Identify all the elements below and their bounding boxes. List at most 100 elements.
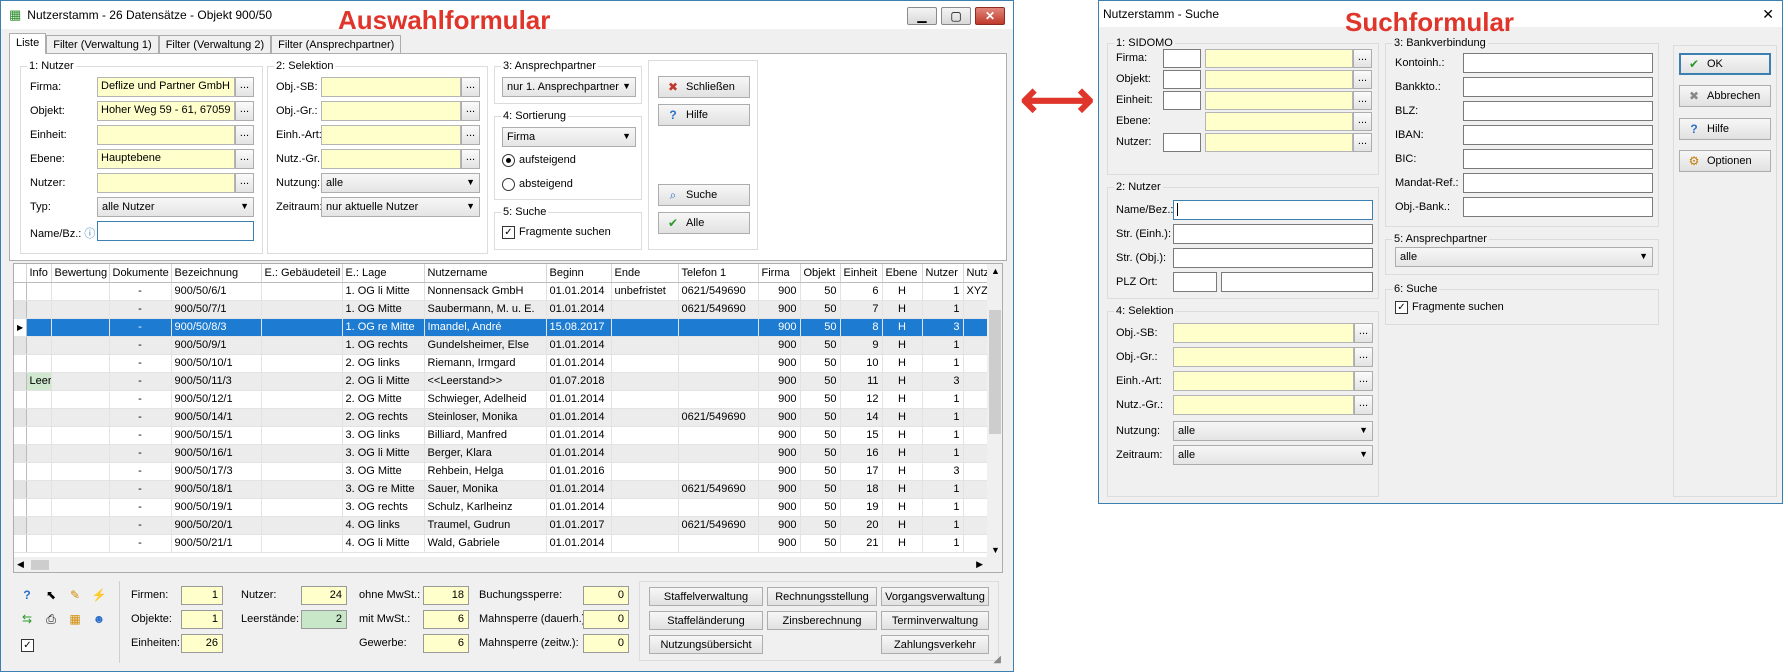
column-header[interactable]: Beginn [546, 264, 612, 283]
search-sidomo-lookup-button[interactable]: ... [1353, 112, 1372, 131]
users-tool-icon[interactable]: ☻ [89, 609, 109, 629]
horizontal-scrollbar[interactable]: ◀ ▶ [14, 557, 1002, 572]
table-row[interactable]: -900/50/19/1 3. OG rechts Schulz, Karlhein… [14, 498, 988, 517]
table-row[interactable]: Leer -900/50/11/3 2. OG li Mitte <<Leerstan… [14, 372, 988, 391]
table-row[interactable]: -900/50/17/3 3. OG Mitte Rehbein, Helga 01.… [14, 462, 988, 481]
search-plz-input[interactable] [1173, 272, 1217, 292]
search-selektion-lookup-button[interactable]: ... [1354, 323, 1373, 343]
flash-tool-icon[interactable]: ⚡ [89, 585, 109, 605]
nutzgr-lookup-button[interactable]: ... [461, 149, 480, 169]
toolbar-checkbox[interactable]: ✓ [21, 639, 34, 652]
column-header[interactable]: Firma [758, 264, 801, 283]
row-header[interactable] [14, 282, 27, 301]
firma-field[interactable]: Deflize und Partner GmbH [97, 77, 235, 97]
nutzung-select[interactable]: alle ▼ [321, 173, 480, 193]
zinsberechnung-button[interactable]: Zinsberechnung [767, 611, 877, 630]
scroll-up-icon[interactable]: ▲ [991, 266, 1000, 276]
print-tool-icon[interactable]: ⎙ [41, 609, 61, 629]
sort-asc-radio[interactable] [502, 154, 515, 167]
suche-button[interactable]: ⌕ Suche [658, 184, 750, 206]
search-selektion-input[interactable] [1173, 323, 1354, 343]
row-header[interactable] [14, 390, 27, 409]
scroll-right-icon[interactable]: ▶ [976, 559, 983, 570]
column-header[interactable]: Bewertung [51, 264, 110, 283]
search-namebz-input[interactable] [1173, 200, 1373, 220]
typ-select[interactable]: alle Nutzer ▼ [97, 197, 254, 217]
nutzer-field[interactable] [97, 173, 235, 193]
search-str-einh-input[interactable] [1173, 224, 1373, 244]
objgr-field[interactable] [321, 101, 461, 121]
search-selektion-input[interactable] [1173, 347, 1354, 367]
table-row[interactable]: -900/50/21/1 4. OG li Mitte Wald, Gabriele… [14, 534, 988, 553]
refresh-tool-icon[interactable]: ⇆ [17, 609, 37, 629]
help-tool-icon[interactable]: ? [17, 585, 37, 605]
tab-filter-verwaltung-2[interactable]: Filter (Verwaltung 2) [158, 35, 272, 54]
search-sidomo-code-input[interactable] [1163, 70, 1201, 89]
einheit-lookup-button[interactable]: ... [235, 125, 254, 145]
row-header[interactable] [14, 336, 27, 355]
rechnungsstellung-button[interactable]: Rechnungsstellung [767, 587, 877, 606]
search-selektion-lookup-button[interactable]: ... [1354, 371, 1373, 391]
objekt-field[interactable]: Hoher Weg 59 - 61, 67059 [97, 101, 235, 121]
objgr-lookup-button[interactable]: ... [461, 101, 480, 121]
table-row[interactable]: -900/50/14/1 2. OG rechts Steinloser, Moni… [14, 408, 988, 427]
column-header[interactable]: Telefon 1 [678, 264, 759, 283]
vertical-scroll-thumb[interactable] [989, 310, 1001, 434]
sort-desc-radio[interactable] [502, 178, 515, 191]
search-str-obj-input[interactable] [1173, 248, 1373, 268]
search-nutzung-select[interactable]: alle ▼ [1173, 421, 1373, 441]
search-sidomo-code-input[interactable] [1163, 49, 1201, 68]
resize-grip-icon[interactable]: ◢ [993, 654, 1001, 665]
tab-liste[interactable]: Liste [9, 33, 47, 54]
column-header[interactable]: Dokumente [109, 264, 172, 283]
column-header[interactable]: E.: Gebäudeteil [261, 264, 343, 283]
search-selektion-input[interactable] [1173, 371, 1354, 391]
search-close-icon[interactable]: ✕ [1762, 6, 1774, 23]
einheit-field[interactable] [97, 125, 235, 145]
search-sidomo-lookup-button[interactable]: ... [1353, 49, 1372, 68]
row-header[interactable] [14, 516, 27, 535]
row-header[interactable] [14, 480, 27, 499]
minimize-button[interactable]: ▁ [907, 7, 937, 25]
table-row[interactable]: -900/50/18/1 3. OG re Mitte Sauer, Monika 0… [14, 480, 988, 499]
nutzungsuebersicht-button[interactable]: Nutzungsübersicht [649, 635, 763, 654]
objsb-lookup-button[interactable]: ... [461, 77, 480, 97]
maximize-button[interactable]: ▢ [941, 7, 971, 25]
schliessen-button[interactable]: ✖ Schließen [658, 76, 750, 98]
row-header[interactable] [14, 372, 27, 391]
search-sidomo-name-input[interactable] [1205, 49, 1353, 68]
search-bank-input[interactable] [1463, 125, 1653, 145]
row-header[interactable]: ▶ [14, 318, 27, 337]
column-header[interactable]: Info [26, 264, 52, 283]
staffelverwaltung-button[interactable]: Staffelverwaltung [649, 587, 763, 606]
row-header[interactable] [14, 462, 27, 481]
search-selektion-input[interactable] [1173, 395, 1354, 415]
row-header[interactable] [14, 354, 27, 373]
row-header[interactable] [14, 534, 27, 553]
terminverwaltung-button[interactable]: Terminverwaltung [881, 611, 989, 630]
search-selektion-lookup-button[interactable]: ... [1354, 395, 1373, 415]
search-bank-input[interactable] [1463, 77, 1653, 97]
column-header[interactable]: Bezeichnung [171, 264, 262, 283]
nutzer-lookup-button[interactable]: ... [235, 173, 254, 193]
search-hilfe-button[interactable]: ? Hilfe [1679, 118, 1771, 140]
zeitraum-select[interactable]: nur aktuelle Nutzer ▼ [321, 197, 480, 217]
table-row[interactable]: -900/50/9/1 1. OG rechts Gundelsheimer, El… [14, 336, 988, 355]
table-row[interactable]: -900/50/20/1 4. OG links Traumel, Gudrun 01… [14, 516, 988, 535]
row-header[interactable] [14, 408, 27, 427]
vertical-scrollbar[interactable]: ▲ ▼ [987, 264, 1002, 557]
table-row[interactable]: -900/50/6/1 1. OG li Mitte Nonnensack GmbH… [14, 282, 988, 301]
hilfe-button[interactable]: ? Hilfe [658, 104, 750, 126]
table-row[interactable]: -900/50/7/1 1. OG Mitte Saubermann, M. u. … [14, 300, 988, 319]
search-bank-input[interactable] [1463, 101, 1653, 121]
search-sidomo-name-input[interactable] [1205, 133, 1353, 152]
search-sidomo-code-input[interactable] [1163, 133, 1201, 152]
search-sidomo-code-input[interactable] [1163, 91, 1201, 110]
search-sidomo-lookup-button[interactable]: ... [1353, 70, 1372, 89]
search-bank-input[interactable] [1463, 173, 1653, 193]
tab-filter-ansprechpartner[interactable]: Filter (Ansprechpartner) [271, 35, 402, 54]
optionen-button[interactable]: ⚙ Optionen [1679, 150, 1771, 172]
table-row[interactable]: -900/50/15/1 3. OG links Billiard, Manfred… [14, 426, 988, 445]
firma-lookup-button[interactable]: ... [235, 77, 254, 97]
pointer-tool-icon[interactable]: ⬉ [41, 585, 61, 605]
